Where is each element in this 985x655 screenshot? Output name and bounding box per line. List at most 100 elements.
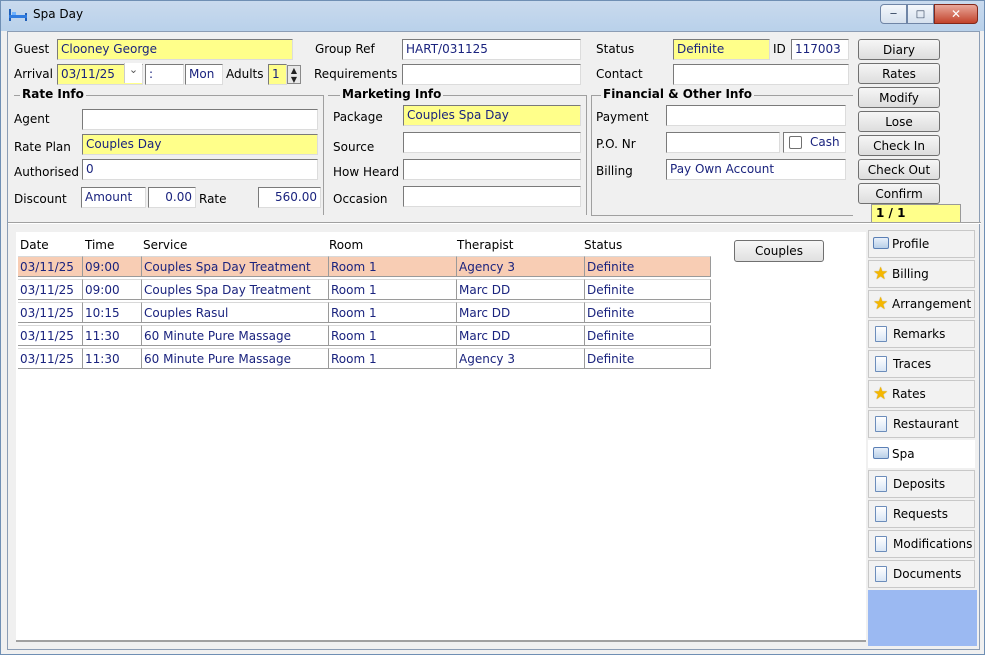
adults-field[interactable]: 1 bbox=[268, 64, 287, 85]
status-cell: Definite bbox=[585, 302, 711, 323]
time-cell: 11:30 bbox=[83, 348, 142, 369]
title-bar[interactable]: Spa Day ─ □ ✕ bbox=[1, 1, 984, 31]
bed-icon bbox=[9, 9, 27, 21]
how-heard-label: How Heard bbox=[333, 165, 400, 179]
tab-arrangement[interactable]: ★ Arrangement bbox=[868, 290, 975, 318]
window-title: Spa Day bbox=[33, 7, 84, 21]
check-out-button[interactable]: Check Out bbox=[858, 159, 940, 180]
column-header-room[interactable]: Room bbox=[329, 238, 363, 252]
tab-label: Profile bbox=[892, 237, 930, 251]
tab-billing[interactable]: ★ Billing bbox=[868, 260, 975, 288]
confirm-button[interactable]: Confirm bbox=[858, 183, 940, 204]
discount-label: Discount bbox=[14, 192, 67, 206]
group-ref-field[interactable]: HART/031125 bbox=[402, 39, 581, 60]
group-ref-label: Group Ref bbox=[315, 42, 375, 56]
occasion-field[interactable] bbox=[403, 186, 581, 207]
tab-rates[interactable]: ★ Rates bbox=[868, 380, 975, 408]
table-row[interactable]: 03/11/25 10:15 Couples Rasul Room 1 Marc… bbox=[18, 302, 711, 323]
rate-field[interactable]: 560.00 bbox=[258, 187, 321, 208]
id-label: ID bbox=[773, 42, 786, 56]
therapist-cell: Marc DD bbox=[457, 325, 585, 346]
tab-remarks[interactable]: Remarks bbox=[868, 320, 975, 348]
tab-label: Modifications bbox=[893, 537, 973, 551]
stepper-arrows-icon: ▲ ▼ bbox=[290, 66, 298, 84]
tab-label: Spa bbox=[892, 447, 915, 461]
service-cell: Couples Spa Day Treatment bbox=[142, 279, 329, 300]
column-header-date[interactable]: Date bbox=[20, 238, 49, 252]
rates-button[interactable]: Rates bbox=[858, 63, 940, 84]
billing-field[interactable]: Pay Own Account bbox=[666, 159, 846, 180]
package-field[interactable]: Couples Spa Day bbox=[403, 105, 581, 126]
arrival-time-field[interactable]: : bbox=[145, 64, 184, 85]
diary-button[interactable]: Diary bbox=[858, 39, 940, 60]
guest-field[interactable]: Clooney George bbox=[57, 39, 293, 60]
service-cell: 60 Minute Pure Massage bbox=[142, 348, 329, 369]
maximize-button[interactable]: □ bbox=[907, 4, 934, 24]
tab-modifications[interactable]: Modifications bbox=[868, 530, 975, 558]
tab-label: Requests bbox=[893, 507, 948, 521]
star-icon: ★ bbox=[873, 294, 889, 314]
contact-field[interactable] bbox=[673, 64, 849, 85]
table-row[interactable]: 03/11/25 11:30 60 Minute Pure Massage Ro… bbox=[18, 325, 711, 346]
tab-requests[interactable]: Requests bbox=[868, 500, 975, 528]
package-label: Package bbox=[333, 110, 383, 124]
adults-stepper[interactable]: ▲ ▼ bbox=[287, 65, 301, 84]
couples-button[interactable]: Couples bbox=[734, 240, 824, 262]
tab-deposits[interactable]: Deposits bbox=[868, 470, 975, 498]
booking-form: Guest Clooney George Group Ref HART/0311… bbox=[7, 31, 981, 650]
rate-label: Rate bbox=[199, 192, 227, 206]
adults-label: Adults bbox=[226, 67, 264, 81]
cash-checkbox[interactable] bbox=[789, 136, 802, 149]
pager-indicator: 1 / 1 bbox=[871, 204, 961, 223]
column-header-therapist[interactable]: Therapist bbox=[457, 238, 514, 252]
lose-button[interactable]: Lose bbox=[858, 111, 940, 132]
modify-button[interactable]: Modify bbox=[858, 87, 940, 108]
agent-field[interactable] bbox=[82, 109, 318, 130]
document-icon bbox=[875, 476, 887, 492]
tab-restaurant[interactable]: Restaurant bbox=[868, 410, 975, 438]
table-row[interactable]: 03/11/25 11:30 60 Minute Pure Massage Ro… bbox=[18, 348, 711, 369]
requirements-field[interactable] bbox=[402, 64, 581, 85]
status-field[interactable]: Definite bbox=[673, 39, 770, 60]
column-header-status[interactable]: Status bbox=[584, 238, 622, 252]
contact-label: Contact bbox=[596, 67, 643, 81]
source-label: Source bbox=[333, 140, 375, 154]
table-row[interactable]: 03/11/25 09:00 Couples Spa Day Treatment… bbox=[18, 279, 711, 300]
rate-plan-label: Rate Plan bbox=[14, 140, 71, 154]
authorised-field[interactable]: 0 bbox=[82, 159, 318, 180]
tab-documents[interactable]: Documents bbox=[868, 560, 975, 588]
tab-label: Traces bbox=[893, 357, 932, 371]
status-cell: Definite bbox=[585, 325, 711, 346]
arrival-day-field: Mon bbox=[185, 64, 223, 85]
billing-label: Billing bbox=[596, 164, 633, 178]
arrival-label: Arrival bbox=[14, 67, 53, 81]
document-icon bbox=[875, 356, 887, 372]
tab-label: Restaurant bbox=[893, 417, 959, 431]
table-row[interactable]: 03/11/25 09:00 Couples Spa Day Treatment… bbox=[18, 256, 711, 277]
tab-label: Remarks bbox=[893, 327, 946, 341]
therapist-cell: Marc DD bbox=[457, 279, 585, 300]
tab-profile[interactable]: Profile bbox=[868, 230, 975, 258]
minimize-button[interactable]: ─ bbox=[880, 4, 907, 24]
po-number-label: P.O. Nr bbox=[596, 137, 636, 151]
document-icon bbox=[875, 326, 887, 342]
discount-value-field[interactable]: 0.00 bbox=[148, 187, 196, 208]
column-header-service[interactable]: Service bbox=[143, 238, 187, 252]
how-heard-field[interactable] bbox=[403, 159, 581, 180]
check-in-button[interactable]: Check In bbox=[858, 135, 940, 156]
rate-plan-field[interactable]: Couples Day bbox=[82, 134, 318, 155]
po-number-field[interactable] bbox=[666, 132, 780, 153]
column-header-time[interactable]: Time bbox=[85, 238, 114, 252]
tab-spa[interactable]: Spa bbox=[868, 440, 975, 468]
section-separator bbox=[8, 222, 981, 224]
close-button[interactable]: ✕ bbox=[934, 4, 978, 24]
tab-label: Documents bbox=[893, 567, 962, 581]
discount-type-field[interactable]: Amount bbox=[81, 187, 146, 208]
payment-field[interactable] bbox=[666, 105, 846, 126]
tab-traces[interactable]: Traces bbox=[868, 350, 975, 378]
source-field[interactable] bbox=[403, 132, 581, 153]
calendar-dropdown-icon[interactable]: ⌄ bbox=[124, 63, 142, 83]
service-cell: 60 Minute Pure Massage bbox=[142, 325, 329, 346]
status-cell: Definite bbox=[585, 279, 711, 300]
marketing-info-title: Marketing Info bbox=[340, 87, 444, 101]
